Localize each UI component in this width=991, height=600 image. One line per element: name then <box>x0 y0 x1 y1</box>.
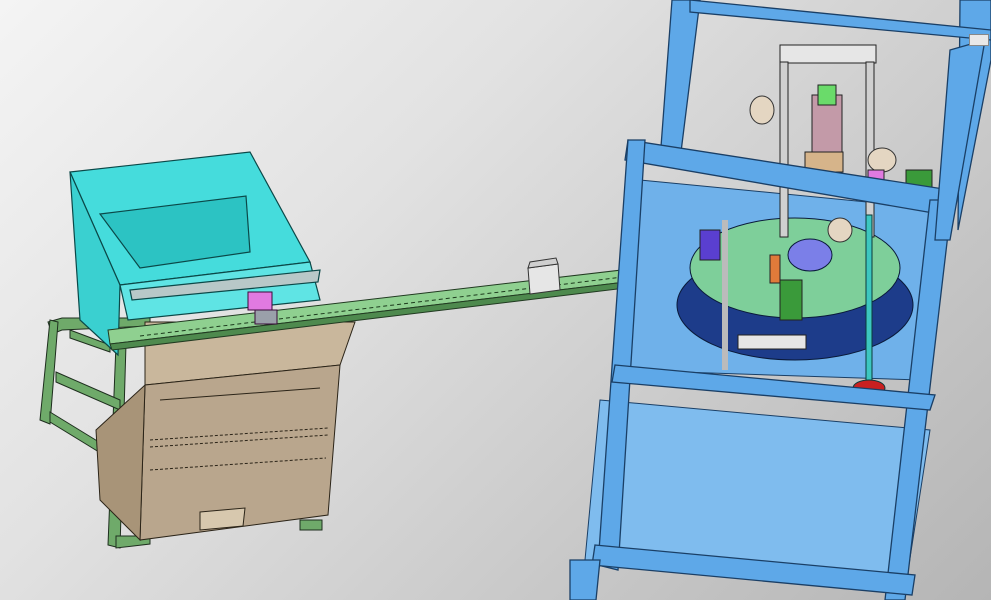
cad-scene <box>39 0 991 600</box>
cad-viewport[interactable] <box>0 0 991 600</box>
sensor-box <box>527 257 561 295</box>
corner-tag <box>969 34 989 46</box>
rotary-station-assembly <box>569 0 991 600</box>
tan-enclosure <box>95 321 356 542</box>
